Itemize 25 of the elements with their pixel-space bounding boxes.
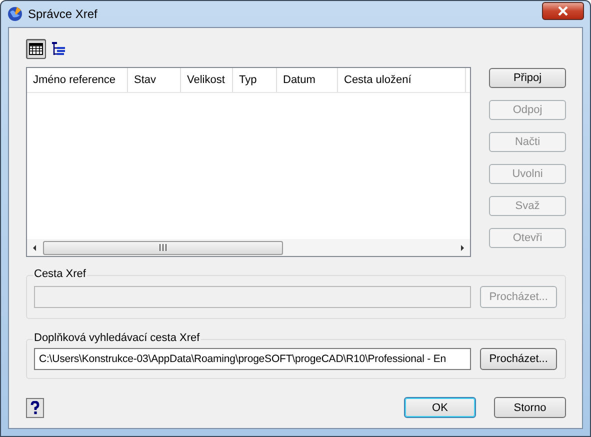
list-view-button[interactable] xyxy=(26,39,46,59)
column-header[interactable]: Velikost xyxy=(181,68,233,92)
globe-icon xyxy=(7,6,23,22)
close-icon xyxy=(557,6,569,16)
horizontal-scrollbar[interactable] xyxy=(27,239,470,256)
dialog-button[interactable]: Storno xyxy=(494,397,566,418)
column-header[interactable]: Datum xyxy=(277,68,338,92)
column-header[interactable]: Jméno reference xyxy=(27,68,128,92)
action-button[interactable]: Připoj xyxy=(489,68,566,88)
help-icon xyxy=(30,400,40,414)
column-header[interactable]: Cesta uložení xyxy=(338,68,466,92)
group-title: Doplňková vyhledávací cesta Xref xyxy=(33,332,201,344)
column-header[interactable]: Stav xyxy=(128,68,181,92)
grip-icon xyxy=(159,244,167,251)
browse-button[interactable]: Procházet... xyxy=(480,348,557,370)
column-header[interactable]: Typ xyxy=(233,68,277,92)
help-button[interactable] xyxy=(26,398,44,418)
xref-list[interactable]: Jméno reference Stav Velikost Typ Datum Cesta uložení xyxy=(26,67,471,257)
window-title: Správce Xref xyxy=(28,7,98,21)
grid-icon xyxy=(29,43,43,55)
group-title: Cesta Xref xyxy=(33,268,87,280)
tree-icon xyxy=(52,42,66,56)
search-path-field[interactable]: C:\Users\Konstrukce-03\AppData\Roaming\progeSOFT\progeCAD\R10\Professional - En xyxy=(34,348,472,370)
dialog-button[interactable]: OK xyxy=(404,397,476,418)
close-button[interactable] xyxy=(542,2,584,20)
